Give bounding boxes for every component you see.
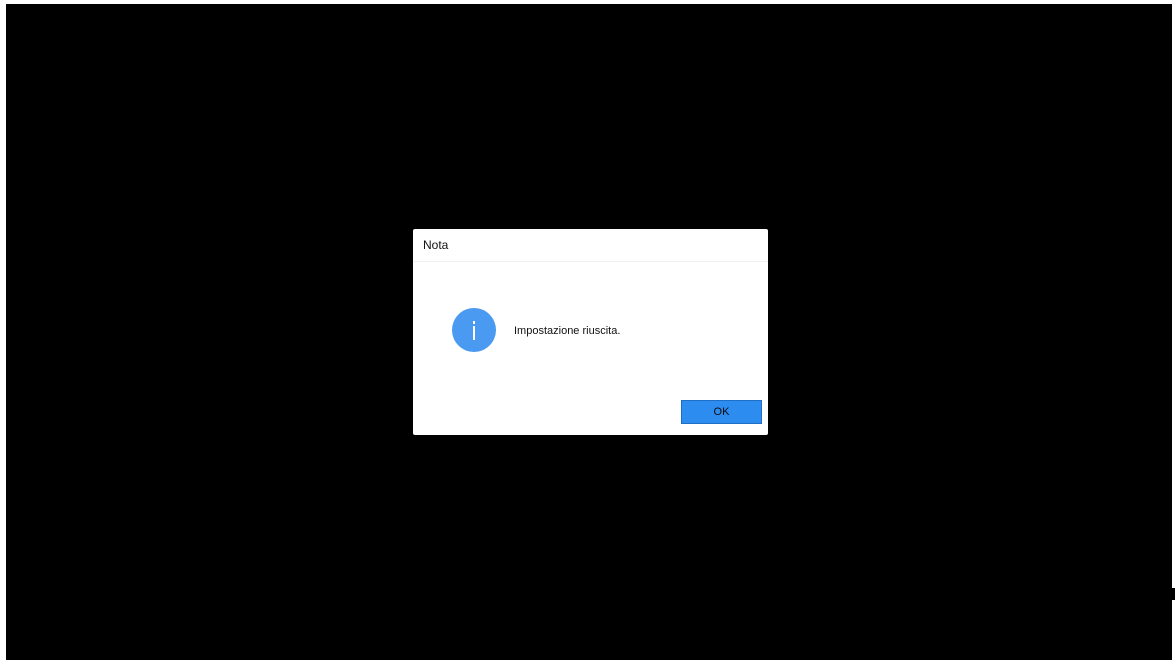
ok-button[interactable]: OK xyxy=(681,400,762,424)
note-dialog: Nota Impostazione riuscita. OK xyxy=(413,229,768,435)
dialog-title: Nota xyxy=(423,238,449,252)
dialog-message: Impostazione riuscita. xyxy=(514,325,621,337)
title-divider xyxy=(413,261,768,262)
info-icon xyxy=(452,308,496,352)
